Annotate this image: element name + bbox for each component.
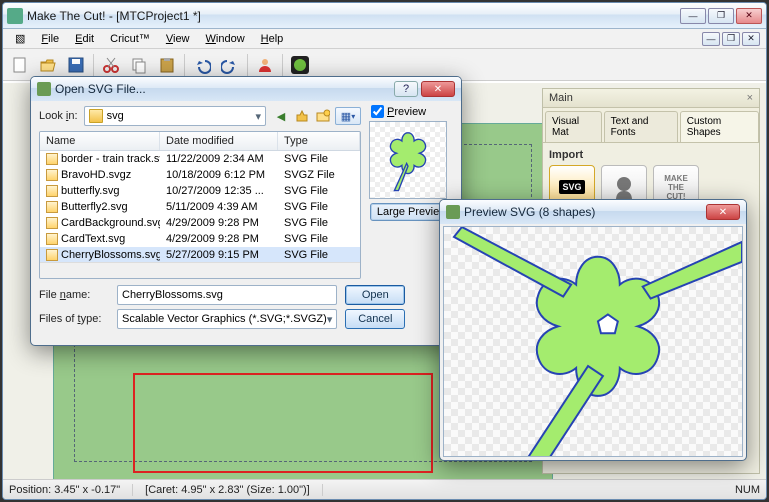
dialog-icon [37, 82, 51, 96]
tab-text-fonts[interactable]: Text and Fonts [604, 111, 678, 142]
col-name[interactable]: Name [40, 132, 160, 150]
menu-help[interactable]: Help [253, 31, 292, 47]
col-date[interactable]: Date modified [160, 132, 278, 150]
menubar: ▧ File Edit Cricut™ View Window Help — ❐… [3, 29, 766, 49]
minimize-button[interactable]: — [680, 8, 706, 24]
chevron-down-icon: ▾ [255, 110, 261, 123]
col-type[interactable]: Type [278, 132, 360, 150]
lookin-combo[interactable]: svg ▾ [84, 106, 266, 126]
file-row[interactable]: CherryBlossoms.svg5/27/2009 9:15 PMSVG F… [40, 247, 360, 262]
app-title: Make The Cut! - [MTCProject1 *] [27, 9, 680, 23]
lookin-label: Look in: [39, 110, 78, 122]
menu-file[interactable]: File [33, 31, 67, 47]
open-dialog-title: Open SVG File... [55, 82, 394, 96]
side-panel-title: Main [549, 92, 573, 104]
preview-label: Preview [387, 106, 426, 118]
close-button[interactable]: ✕ [736, 8, 762, 24]
file-row[interactable]: CardBackground.svg4/29/2009 9:28 PMSVG F… [40, 215, 360, 231]
filter-combo[interactable]: Scalable Vector Graphics (*.SVG;*.SVGZ)▾ [117, 309, 337, 329]
file-row[interactable]: butterfly.svg10/27/2009 12:35 ...SVG Fil… [40, 183, 360, 199]
horizontal-scrollbar[interactable] [40, 262, 360, 278]
new-button[interactable] [7, 52, 33, 78]
preview-svg-dialog: Preview SVG (8 shapes) ✕ [439, 199, 747, 461]
mdi-minimize-button[interactable]: — [702, 32, 720, 46]
filename-input[interactable] [117, 285, 337, 305]
preview-canvas [443, 226, 743, 457]
file-row[interactable]: BravoHD.svgz10/18/2009 6:12 PMSVGZ File [40, 167, 360, 183]
lookin-value: svg [107, 110, 124, 122]
file-row[interactable]: CardText.svg4/29/2009 9:28 PMSVG File [40, 231, 360, 247]
mdi-close-button[interactable]: ✕ [742, 32, 760, 46]
mdi-restore-button[interactable]: ❐ [722, 32, 740, 46]
tab-custom-shapes[interactable]: Custom Shapes [680, 111, 759, 142]
cut-button[interactable] [98, 52, 124, 78]
titlebar: Make The Cut! - [MTCProject1 *] — ❐ ✕ [3, 3, 766, 29]
side-close-icon[interactable]: × [747, 92, 753, 104]
preview-checkbox[interactable] [371, 105, 384, 118]
status-caret: [Caret: 4.95" x 2.83" (Size: 1.00")] [145, 484, 323, 496]
back-icon[interactable]: ◀ [272, 107, 290, 125]
menu-cricut[interactable]: Cricut™ [102, 31, 158, 47]
statusbar: Position: 3.45" x -0.17" [Caret: 4.95" x… [3, 479, 766, 499]
file-row[interactable]: border - train track.svg11/22/2009 2:34 … [40, 151, 360, 167]
dialog-close-button[interactable]: ✕ [421, 81, 455, 97]
status-position: Position: 3.45" x -0.17" [9, 484, 133, 496]
preview-thumbnail [369, 121, 447, 199]
maximize-button[interactable]: ❐ [708, 8, 734, 24]
save-button[interactable] [63, 52, 89, 78]
filter-value: Scalable Vector Graphics (*.SVG;*.SVGZ) [122, 313, 327, 325]
preview-dialog-icon [446, 205, 460, 219]
menu-edit[interactable]: Edit [67, 31, 102, 47]
undo-button[interactable] [189, 52, 215, 78]
preview-close-button[interactable]: ✕ [706, 204, 740, 220]
user-button[interactable] [252, 52, 278, 78]
status-num: NUM [735, 484, 760, 496]
menu-window[interactable]: Window [198, 31, 253, 47]
app-icon [7, 8, 23, 24]
file-list[interactable]: Name Date modified Type border - train t… [39, 131, 361, 279]
filter-label: Files of type: [39, 313, 109, 325]
app-menu-icon[interactable]: ▧ [7, 30, 33, 47]
up-icon[interactable] [293, 107, 311, 125]
selection-box[interactable] [133, 373, 433, 473]
redo-button[interactable] [217, 52, 243, 78]
tab-visual-mat[interactable]: Visual Mat [545, 111, 602, 142]
cricut-send-button[interactable] [287, 52, 313, 78]
folder-icon [89, 109, 103, 123]
dialog-help-button[interactable]: ? [394, 81, 418, 97]
preview-dialog-title: Preview SVG (8 shapes) [464, 205, 706, 219]
menu-view[interactable]: View [158, 31, 198, 47]
copy-button[interactable] [126, 52, 152, 78]
view-menu-icon[interactable]: ▦▾ [335, 107, 361, 125]
new-folder-icon[interactable] [314, 107, 332, 125]
filename-label: File name: [39, 289, 109, 301]
file-row[interactable]: Butterfly2.svg5/11/2009 4:39 AMSVG File [40, 199, 360, 215]
open-svg-dialog: Open SVG File... ? ✕ Look in: svg ▾ ◀ ▦▾… [30, 76, 462, 346]
open-button[interactable] [35, 52, 61, 78]
chevron-down-icon: ▾ [327, 313, 333, 326]
paste-button[interactable] [154, 52, 180, 78]
import-label: Import [549, 149, 753, 161]
